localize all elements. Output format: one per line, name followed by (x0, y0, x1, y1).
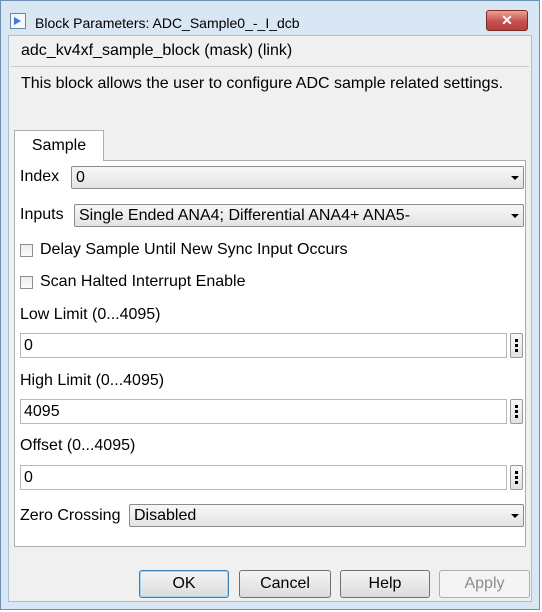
simulink-block-icon (10, 13, 26, 29)
window-title: Block Parameters: ADC_Sample0_-_I_dcb (35, 15, 300, 31)
cancel-button[interactable]: Cancel (239, 570, 331, 598)
divider (11, 66, 529, 67)
low-limit-options-button[interactable] (510, 333, 523, 358)
index-dropdown[interactable]: 0 (71, 166, 524, 189)
offset-options-button[interactable] (510, 465, 523, 490)
index-value: 0 (76, 169, 85, 186)
delay-sample-checkbox[interactable] (20, 244, 33, 257)
mask-header: adc_kv4xf_sample_block (mask) (link) Thi… (9, 36, 531, 118)
scan-halted-checkbox[interactable] (20, 276, 33, 289)
tab-sample[interactable]: Sample (14, 130, 104, 161)
ellipsis-dot (515, 344, 518, 347)
ellipsis-dot (515, 481, 518, 484)
delay-sample-label[interactable]: Delay Sample Until New Sync Input Occurs (40, 241, 348, 259)
ellipsis-vertical-icon (515, 339, 518, 342)
ok-button[interactable]: OK (139, 570, 229, 598)
ellipsis-dot (515, 476, 518, 479)
high-limit-options-button[interactable] (510, 399, 523, 424)
close-button[interactable]: ✕ (486, 10, 528, 31)
offset-input[interactable]: 0 (20, 465, 507, 490)
mask-description: This block allows the user to configure … (21, 75, 504, 92)
help-button[interactable]: Help (340, 570, 430, 598)
mask-title: adc_kv4xf_sample_block (mask) (link) (21, 42, 293, 59)
close-icon: ✕ (501, 12, 513, 28)
ellipsis-vertical-icon (515, 471, 518, 474)
low-limit-input[interactable]: 0 (20, 333, 507, 358)
zero-crossing-label: Zero Crossing (20, 507, 121, 524)
index-label: Index (20, 168, 60, 185)
low-limit-label: Low Limit (0...4095) (20, 306, 161, 323)
chevron-down-icon (511, 514, 519, 518)
zero-crossing-value: Disabled (134, 507, 197, 524)
inputs-dropdown[interactable]: Single Ended ANA4; Differential ANA4+ AN… (74, 204, 524, 227)
ellipsis-dot (515, 410, 518, 413)
scan-halted-label[interactable]: Scan Halted Interrupt Enable (40, 273, 245, 291)
offset-label: Offset (0...4095) (20, 437, 136, 454)
sample-tab-panel: Index 0 Inputs Single Ended ANA4; Differ… (14, 160, 526, 547)
ellipsis-dot (515, 349, 518, 352)
high-limit-label: High Limit (0...4095) (20, 372, 165, 389)
chevron-down-icon (511, 176, 519, 180)
ellipsis-dot (515, 415, 518, 418)
chevron-down-icon (511, 214, 519, 218)
inputs-label: Inputs (20, 206, 64, 223)
inputs-value: Single Ended ANA4; Differential ANA4+ AN… (79, 207, 411, 224)
title-bar[interactable]: Block Parameters: ADC_Sample0_-_I_dcb ✕ (1, 1, 539, 35)
ellipsis-vertical-icon (515, 405, 518, 408)
high-limit-input[interactable]: 4095 (20, 399, 507, 424)
block-parameters-dialog: Block Parameters: ADC_Sample0_-_I_dcb ✕ … (0, 0, 540, 610)
zero-crossing-dropdown[interactable]: Disabled (129, 504, 524, 527)
dialog-body: adc_kv4xf_sample_block (mask) (link) Thi… (8, 35, 532, 602)
apply-button[interactable]: Apply (439, 570, 530, 598)
